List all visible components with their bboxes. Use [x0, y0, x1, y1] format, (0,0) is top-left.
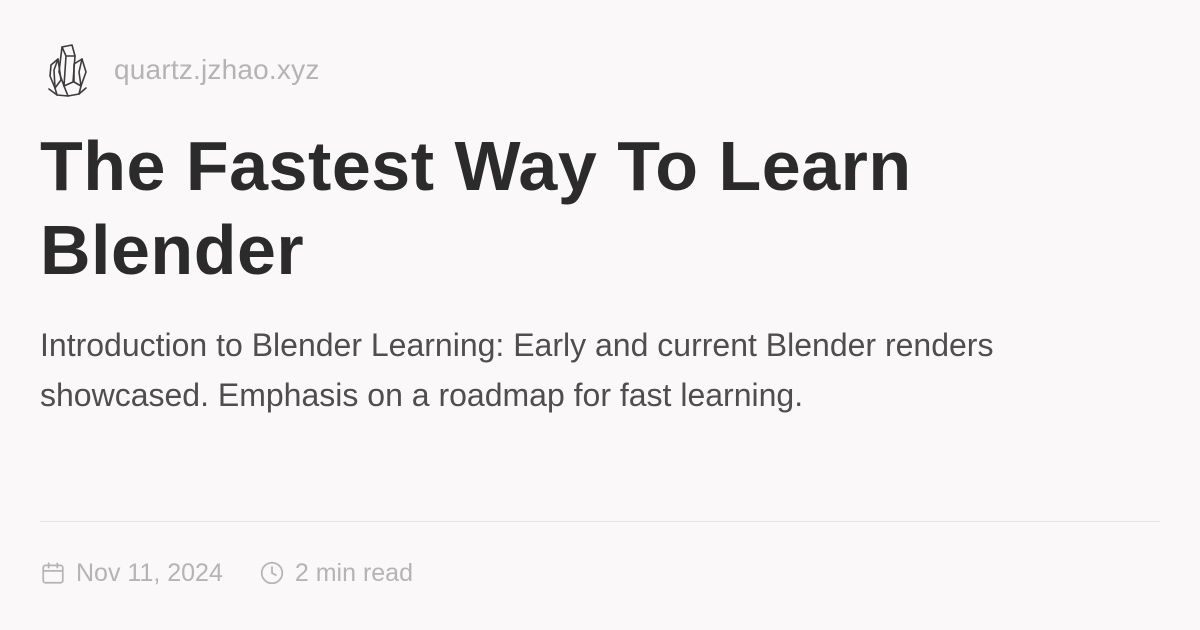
site-name[interactable]: quartz.jzhao.xyz — [114, 54, 320, 86]
date-meta: Nov 11, 2024 — [40, 559, 223, 588]
article-meta: Nov 11, 2024 2 min read — [40, 553, 413, 593]
divider — [40, 521, 1160, 522]
calendar-icon — [42, 562, 64, 584]
crystal-logo-icon — [48, 44, 87, 97]
reading-time-meta: 2 min read — [259, 559, 413, 588]
reading-time: 2 min read — [294, 558, 413, 587]
article-description: Introduction to Blender Learning: Early … — [40, 327, 994, 413]
site-header: quartz.jzhao.xyz — [44, 40, 320, 100]
page-title: The Fastest Way To Learn Blender — [40, 127, 912, 289]
publish-date: Nov 11, 2024 — [76, 558, 223, 587]
clock-icon — [260, 561, 284, 585]
